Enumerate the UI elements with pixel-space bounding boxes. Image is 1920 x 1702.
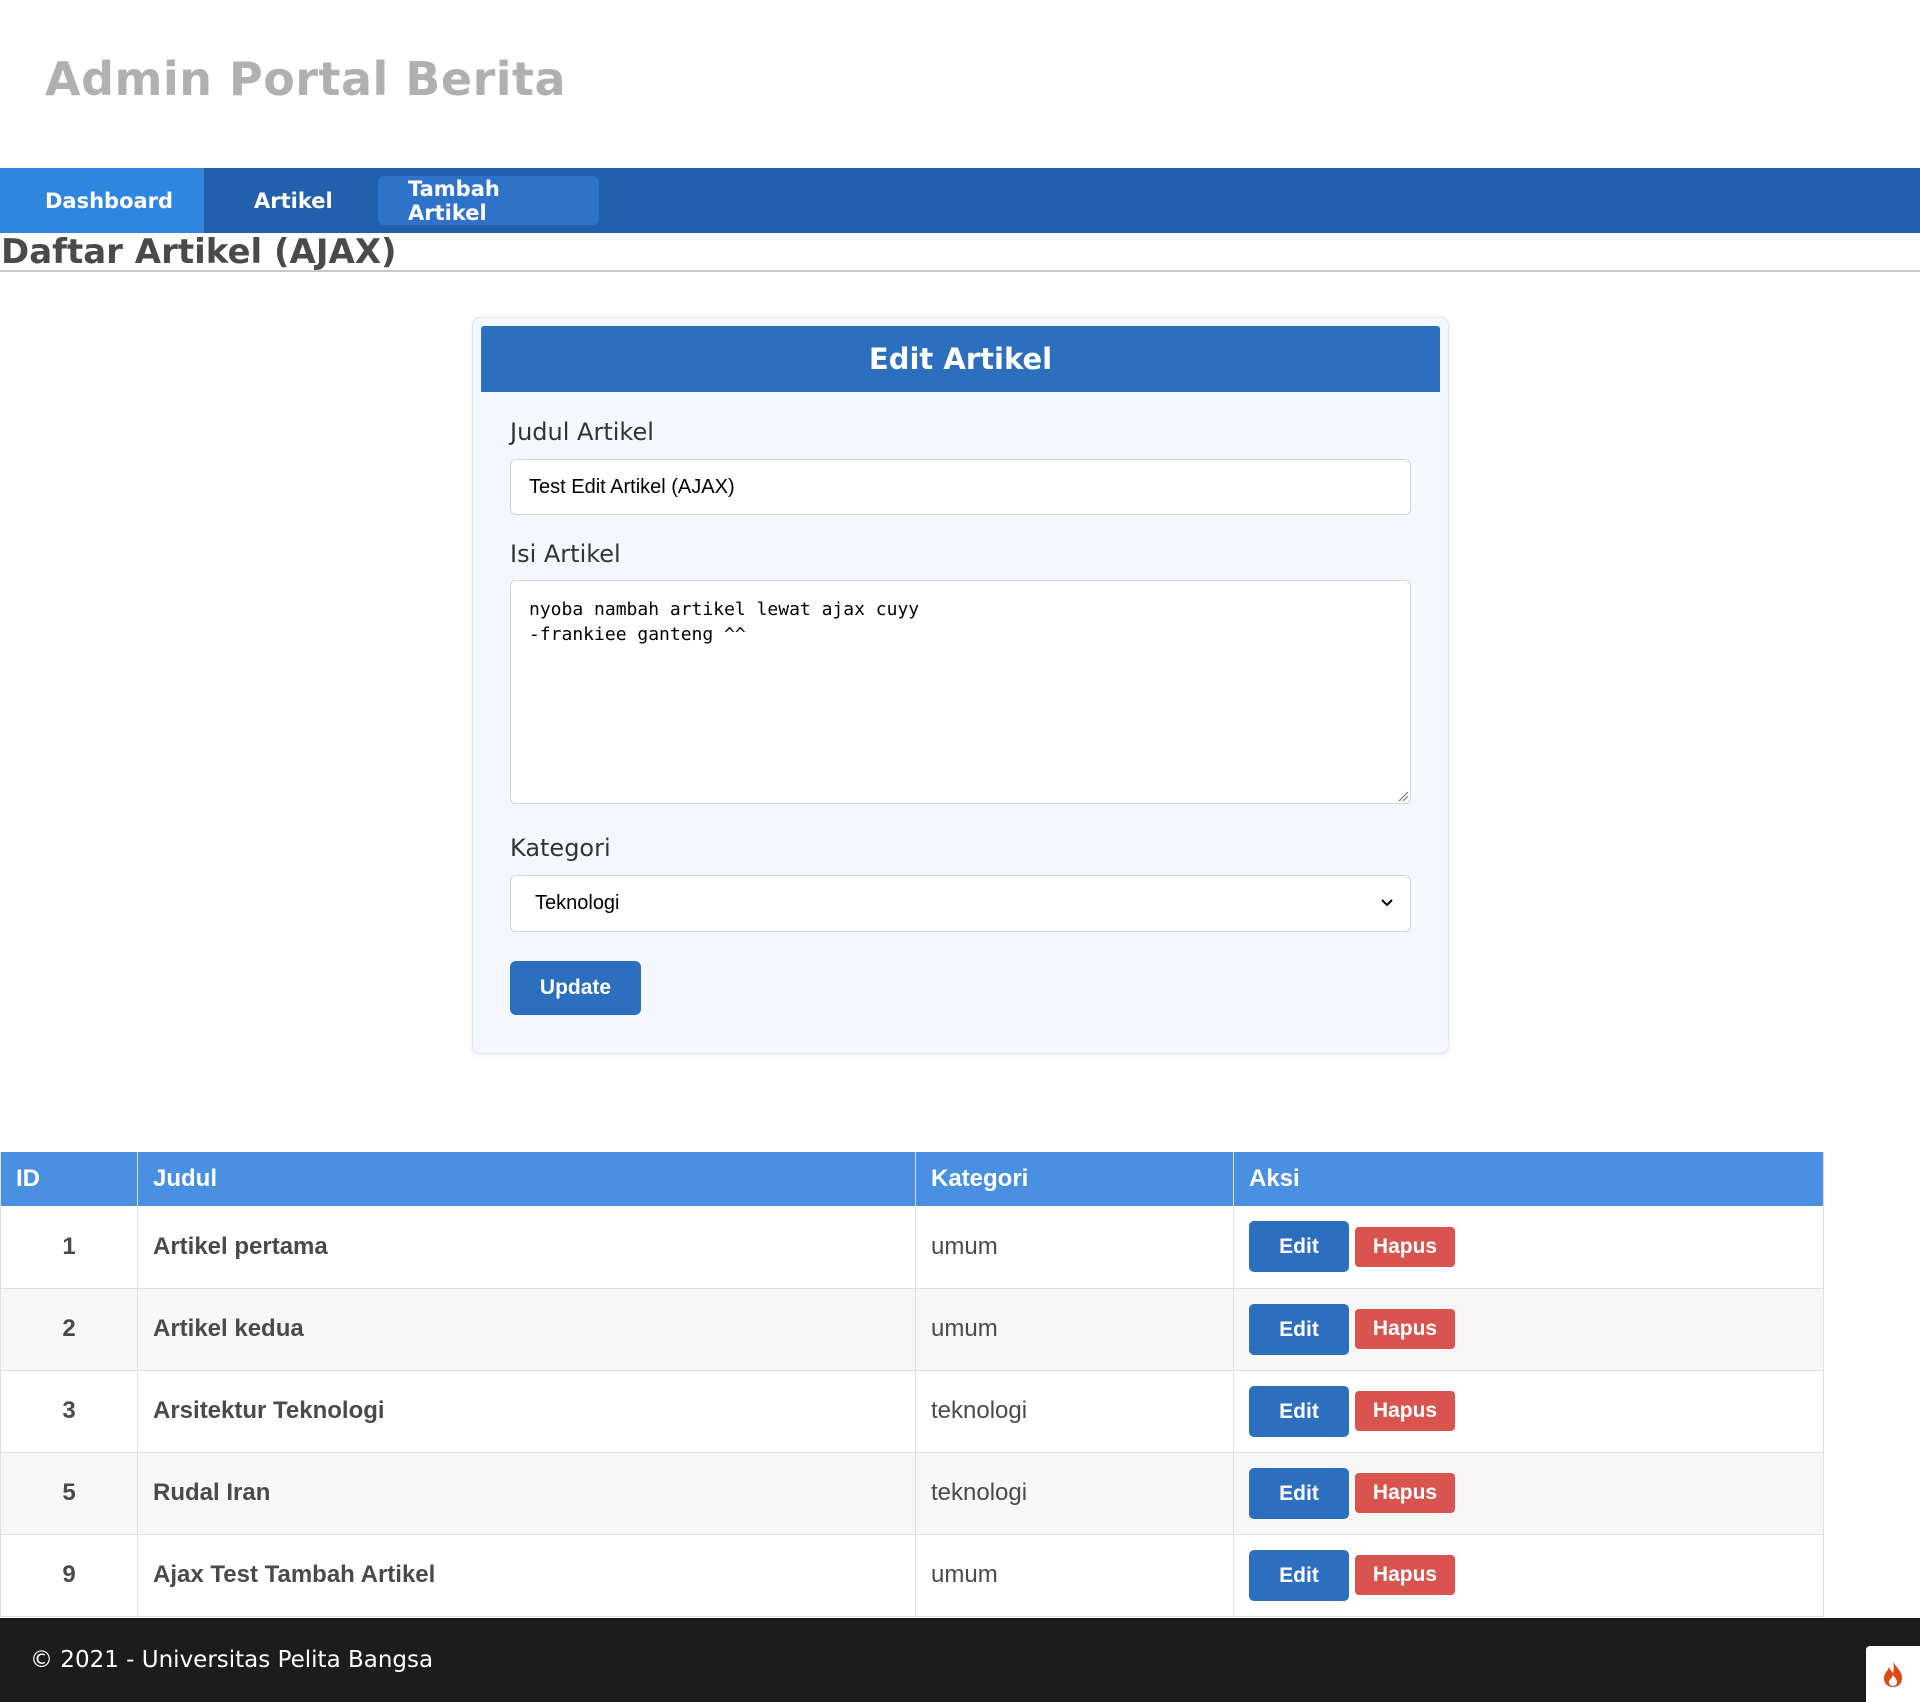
nav-item-artikel[interactable]: Artikel [204,168,378,233]
delete-button[interactable]: Hapus [1355,1309,1455,1349]
row-kategori: umum [915,1288,1234,1371]
kategori-selected-value: Teknologi [535,892,620,914]
update-button[interactable]: Update [510,961,641,1015]
site-title: Admin Portal Berita [45,52,567,106]
isi-textarea[interactable]: nyoba nambah artikel lewat ajax cuyy -fr… [510,580,1411,804]
page-heading: Daftar Artikel (AJAX) [0,232,1920,272]
row-id: 2 [0,1288,138,1371]
row-judul: Rudal Iran [137,1452,916,1535]
table-row: 2 Artikel kedua umum Edit Hapus [0,1288,1824,1371]
isi-label: Isi Artikel [510,540,621,568]
main-navbar: Dashboard Artikel Tambah Artikel [0,168,1920,233]
edit-button[interactable]: Edit [1249,1549,1349,1601]
resize-grip-icon[interactable] [1397,790,1409,802]
articles-table: ID Judul Kategori Aksi 1 Artikel pertama… [0,1152,1824,1617]
edit-article-title: Edit Artikel [481,326,1440,392]
row-actions: Edit Hapus [1233,1534,1824,1617]
row-kategori: umum [915,1206,1234,1289]
row-judul: Ajax Test Tambah Artikel [137,1534,916,1617]
row-actions: Edit Hapus [1233,1370,1824,1453]
row-judul: Arsitektur Teknologi [137,1370,916,1453]
delete-button[interactable]: Hapus [1355,1473,1455,1513]
table-row: 5 Rudal Iran teknologi Edit Hapus [0,1452,1824,1535]
column-header-judul: Judul [137,1152,916,1206]
delete-button[interactable]: Hapus [1355,1391,1455,1431]
table-row: 3 Arsitektur Teknologi teknologi Edit Hap… [0,1370,1824,1453]
row-kategori: umum [915,1534,1234,1617]
row-kategori: teknologi [915,1452,1234,1535]
chevron-down-icon [1381,899,1393,907]
edit-button[interactable]: Edit [1249,1303,1349,1355]
row-actions: Edit Hapus [1233,1206,1824,1289]
site-header: Admin Portal Berita [0,0,1920,168]
nav-item-tambah-artikel[interactable]: Tambah Artikel [378,176,599,225]
row-id: 3 [0,1370,138,1453]
delete-button[interactable]: Hapus [1355,1555,1455,1595]
page-footer: © 2021 - Universitas Pelita Bangsa [0,1618,1920,1702]
table-row: 9 Ajax Test Tambah Artikel umum Edit Hapu… [0,1534,1824,1617]
row-judul: Artikel pertama [137,1206,916,1289]
edit-button[interactable]: Edit [1249,1467,1349,1519]
row-actions: Edit Hapus [1233,1452,1824,1535]
delete-button[interactable]: Hapus [1355,1226,1455,1267]
row-id: 5 [0,1452,138,1535]
debug-toolbar-button[interactable] [1866,1646,1920,1702]
judul-label: Judul Artikel [510,418,654,446]
flame-icon [1884,1661,1902,1687]
table-row: 1 Artikel pertama umum Edit Hapus [0,1206,1824,1289]
row-id: 1 [0,1206,138,1289]
row-id: 9 [0,1534,138,1617]
judul-input[interactable]: Test Edit Artikel (AJAX) [510,459,1411,515]
column-header-kategori: Kategori [915,1152,1234,1206]
row-judul: Artikel kedua [137,1288,916,1371]
footer-copyright: © 2021 - Universitas Pelita Bangsa [30,1647,434,1673]
table-header-row: ID Judul Kategori Aksi [0,1152,1824,1206]
kategori-select[interactable]: Teknologi [510,875,1411,932]
column-header-id: ID [0,1152,138,1206]
edit-button[interactable]: Edit [1249,1221,1349,1273]
column-header-aksi: Aksi [1233,1152,1824,1206]
nav-item-dashboard[interactable]: Dashboard [0,168,204,233]
row-actions: Edit Hapus [1233,1288,1824,1371]
kategori-label: Kategori [510,834,611,862]
row-kategori: teknologi [915,1370,1234,1453]
edit-button[interactable]: Edit [1249,1385,1349,1437]
edit-article-card: Edit Artikel Judul Artikel Test Edit Art… [472,317,1449,1054]
